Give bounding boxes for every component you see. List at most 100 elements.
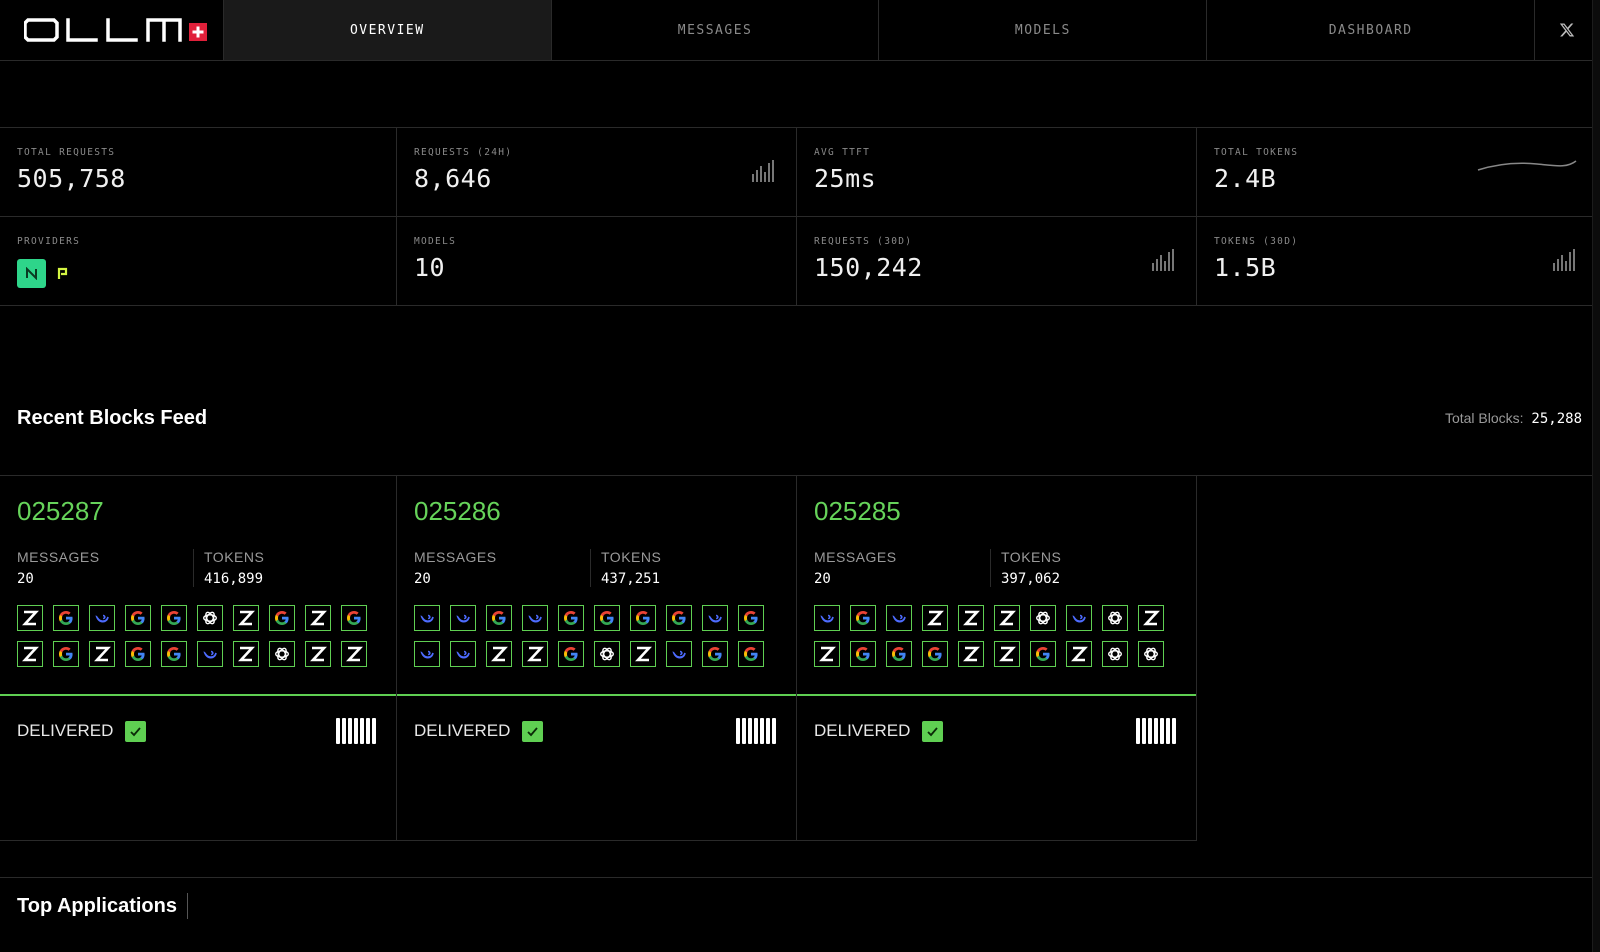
tab-overview[interactable]: OVERVIEW [222, 0, 551, 60]
deepseek-icon[interactable] [666, 641, 692, 667]
block-card[interactable]: 025285 MESSAGES 20 TOKENS 397,062 DELIVE… [797, 476, 1197, 841]
tokens-label: TOKENS [204, 549, 265, 565]
google-icon[interactable] [269, 605, 295, 631]
tokens-value: 437,251 [601, 571, 661, 587]
zai-icon[interactable] [1138, 605, 1164, 631]
deepseek-icon[interactable] [414, 605, 440, 631]
openai-icon[interactable] [269, 641, 295, 667]
bar-chart-icon [1553, 249, 1575, 271]
deepseek-icon[interactable] [450, 641, 476, 667]
google-icon[interactable] [738, 641, 764, 667]
bar-chart-icon [752, 160, 774, 182]
zai-icon[interactable] [233, 641, 259, 667]
zai-icon[interactable] [958, 605, 984, 631]
section-title: Top Applications [17, 893, 188, 919]
status-label: DELIVERED [17, 721, 114, 740]
zai-icon[interactable] [305, 605, 331, 631]
deepseek-icon[interactable] [522, 605, 548, 631]
x-social-link[interactable] [1534, 0, 1598, 60]
section-title: Recent Blocks Feed [17, 407, 208, 429]
tokens-value: 416,899 [204, 571, 264, 587]
messages-value: 20 [414, 571, 431, 587]
zai-icon[interactable] [341, 641, 367, 667]
google-icon[interactable] [1030, 641, 1056, 667]
zai-icon[interactable] [994, 605, 1020, 631]
google-icon[interactable] [341, 605, 367, 631]
provider-n-icon[interactable] [17, 259, 46, 288]
deepseek-icon[interactable] [886, 605, 912, 631]
zai-icon[interactable] [486, 641, 512, 667]
google-icon[interactable] [161, 641, 187, 667]
zai-icon[interactable] [305, 641, 331, 667]
openai-icon[interactable] [1138, 641, 1164, 667]
block-card[interactable]: 025287 MESSAGES 20 TOKENS 416,899 DELIVE… [0, 476, 397, 841]
deepseek-icon[interactable] [702, 605, 728, 631]
zai-icon[interactable] [89, 641, 115, 667]
model-icons-grid [814, 605, 1179, 667]
tab-messages[interactable]: MESSAGES [550, 0, 879, 60]
google-icon[interactable] [125, 605, 151, 631]
status-label: DELIVERED [414, 721, 511, 740]
google-icon[interactable] [850, 641, 876, 667]
stat-label: TOTAL REQUESTS [17, 147, 116, 158]
deepseek-icon[interactable] [414, 641, 440, 667]
openai-icon[interactable] [1102, 605, 1128, 631]
zai-icon[interactable] [922, 605, 948, 631]
google-icon[interactable] [53, 641, 79, 667]
google-icon[interactable] [53, 605, 79, 631]
google-icon[interactable] [922, 641, 948, 667]
delivered-status: DELIVERED [17, 720, 147, 742]
brand-logo[interactable] [0, 0, 223, 60]
tab-dashboard[interactable]: DASHBOARD [1206, 0, 1534, 60]
total-blocks-label: Total Blocks: [1444, 410, 1524, 426]
google-icon[interactable] [630, 605, 656, 631]
stat-requests-30d: REQUESTS (30D) 150,242 [797, 217, 1197, 306]
zai-icon[interactable] [17, 641, 43, 667]
x-logo-icon [1559, 23, 1574, 37]
barcode-icon [336, 718, 376, 744]
zai-icon[interactable] [958, 641, 984, 667]
google-icon[interactable] [558, 605, 584, 631]
google-icon[interactable] [666, 605, 692, 631]
google-icon[interactable] [486, 605, 512, 631]
provider-p-icon[interactable] [56, 267, 70, 281]
zai-icon[interactable] [233, 605, 259, 631]
openai-icon[interactable] [1102, 641, 1128, 667]
google-icon[interactable] [738, 605, 764, 631]
google-icon[interactable] [702, 641, 728, 667]
openai-icon[interactable] [594, 641, 620, 667]
stat-total-requests: TOTAL REQUESTS 505,758 [0, 128, 397, 217]
zai-icon[interactable] [17, 605, 43, 631]
zai-icon[interactable] [814, 641, 840, 667]
google-icon[interactable] [594, 605, 620, 631]
check-icon [522, 720, 544, 742]
openai-icon[interactable] [197, 605, 223, 631]
block-id: 025287 [17, 496, 104, 526]
stat-value: 1.5B [1214, 253, 1277, 282]
deepseek-icon[interactable] [1066, 605, 1092, 631]
ollm-logo-icon [24, 18, 182, 42]
google-icon[interactable] [161, 605, 187, 631]
google-icon[interactable] [850, 605, 876, 631]
google-icon[interactable] [125, 641, 151, 667]
deepseek-icon[interactable] [197, 641, 223, 667]
deepseek-icon[interactable] [89, 605, 115, 631]
google-icon[interactable] [558, 641, 584, 667]
zai-icon[interactable] [994, 641, 1020, 667]
deepseek-icon[interactable] [814, 605, 840, 631]
google-icon[interactable] [886, 641, 912, 667]
zai-icon[interactable] [630, 641, 656, 667]
openai-icon[interactable] [1030, 605, 1056, 631]
tab-models[interactable]: MODELS [878, 0, 1206, 60]
deepseek-icon[interactable] [450, 605, 476, 631]
barcode-icon [1136, 718, 1176, 744]
zai-icon[interactable] [1066, 641, 1092, 667]
blocks-feed: 025287 MESSAGES 20 TOKENS 416,899 DELIVE… [0, 476, 1598, 841]
messages-label: MESSAGES [814, 549, 897, 565]
zai-icon[interactable] [522, 641, 548, 667]
stats-grid: TOTAL REQUESTS 505,758 REQUESTS (24H) 8,… [0, 127, 1598, 306]
check-icon [125, 720, 147, 742]
stat-value: 8,646 [414, 164, 492, 193]
scrollbar[interactable] [1592, 0, 1600, 952]
block-card[interactable]: 025286 MESSAGES 20 TOKENS 437,251 DELIVE… [397, 476, 797, 841]
